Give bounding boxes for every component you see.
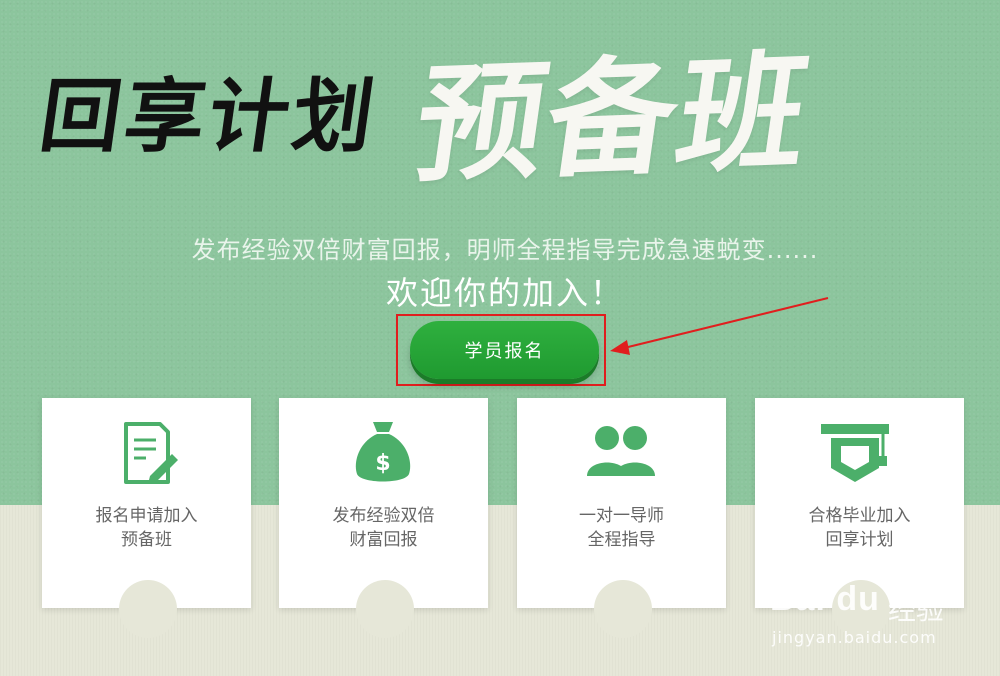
money-bag-icon: $ [355, 422, 411, 482]
feature-card-apply[interactable]: 报名申请加入 预备班 [42, 398, 251, 638]
card-label-line1: 合格毕业加入 [808, 506, 911, 526]
card-label-line2: 预备班 [121, 530, 172, 550]
watermark-logo: Bai du [770, 580, 880, 618]
application-form-icon [124, 422, 178, 484]
student-signup-button[interactable]: 学员报名 [410, 321, 599, 379]
card-notch [119, 580, 177, 638]
watermark-url: jingyan.baidu.com [772, 628, 937, 647]
card-label-line2: 财富回报 [349, 530, 418, 550]
card-label-line1: 一对一导师 [579, 506, 664, 526]
feature-card-mentor[interactable]: 一对一导师 全程指导 [517, 398, 726, 638]
card-notch [356, 580, 414, 638]
brand-title-calligraphy: 回享计划 [34, 69, 384, 163]
welcome-text: 欢迎你的加入！ [385, 274, 624, 312]
program-title-calligraphy: 预备班 [406, 37, 820, 201]
watermark-text: 经验 [888, 593, 945, 626]
card-label-line2: 回享计划 [825, 530, 894, 550]
svg-text:$: $ [375, 451, 390, 476]
card-notch [594, 580, 652, 638]
card-label-line1: 发布经验双倍 [332, 506, 435, 526]
mentor-people-icon [587, 426, 655, 476]
baidu-jingyan-watermark: Bai du 经验 jingyan.baidu.com [770, 572, 990, 662]
card-label-line1: 报名申请加入 [95, 506, 198, 526]
graduation-cap-icon [821, 424, 889, 482]
hero-subtitle: 发布经验双倍财富回报，明师全程指导完成急速蜕变...... [191, 236, 819, 264]
feature-card-reward[interactable]: $ 发布经验双倍 财富回报 [279, 398, 488, 638]
card-label-line2: 全程指导 [587, 530, 656, 550]
